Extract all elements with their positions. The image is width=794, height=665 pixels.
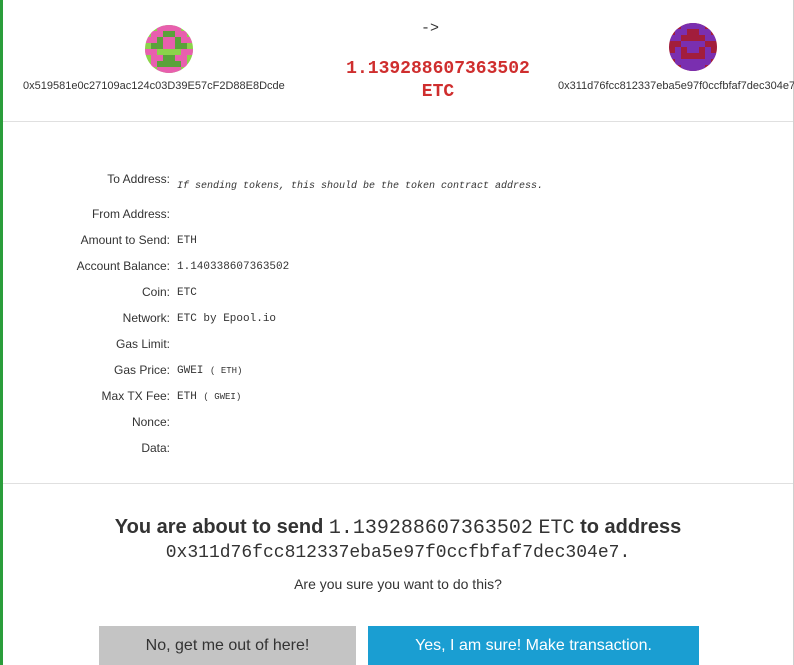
detail-row-gas-limit: Gas Limit: (0, 337, 790, 357)
detail-row-nonce: Nonce: (0, 415, 790, 435)
confirm-currency: ETC (538, 517, 575, 540)
confirm-amount: 1.139288607363502 (328, 517, 533, 540)
confirm-address-line: 0x311d76fcc812337eba5e97f0ccfbfaf7dec304… (3, 543, 793, 563)
max-fee-label: Max TX Fee: (101, 389, 170, 403)
transfer-amount-value: 1.139288607363502 (346, 59, 530, 79)
detail-row-max-fee: Max TX Fee: ETH ( GWEI) (0, 389, 790, 409)
max-fee-sub: ( GWEI) (203, 392, 242, 402)
to-address: 0x311d76fcc812337eba5e97f0ccfbfaf7dec304… (558, 80, 794, 92)
gas-price-label: Gas Price: (113, 363, 170, 377)
gas-price-unit: GWEI (177, 365, 204, 377)
detail-row-amount: Amount to Send: ETH (0, 233, 790, 253)
confirm-question: Are you sure you want to do this? (294, 576, 502, 592)
confirm-suffix: . (619, 543, 631, 563)
coin-label: Coin: (141, 285, 170, 299)
detail-row-gas-price: Gas Price: GWEI ( ETH) (0, 363, 790, 383)
balance-label: Account Balance: (76, 259, 170, 273)
amount-value: ETH (177, 235, 197, 247)
gas-price-sub: ( ETH) (210, 366, 243, 376)
direction-arrow: -> (421, 20, 440, 37)
confirm-prefix: You are about to send (114, 516, 324, 538)
data-label: Data: (141, 441, 170, 455)
confirm-middle: to address (580, 516, 682, 538)
transfer-currency: ETC (421, 82, 455, 102)
detail-row-from-address: From Address: (0, 207, 790, 227)
max-fee-unit: ETH (177, 391, 197, 403)
coin-value: ETC (177, 287, 197, 299)
detail-row-coin: Coin: ETC (0, 285, 790, 305)
balance-value: 1.140338607363502 (177, 261, 290, 273)
detail-row-data: Data: (0, 441, 790, 461)
to-address-label: To Address: (107, 172, 170, 186)
gas-price-value: GWEI ( ETH) (177, 365, 242, 377)
confirm-to-address: 0x311d76fcc812337eba5e97f0ccfbfaf7dec304… (165, 543, 620, 563)
network-label: Network: (122, 311, 170, 325)
transfer-amount: 1.139288607363502 ETC (323, 58, 553, 104)
make-transaction-button[interactable]: Yes, I am sure! Make transaction. (368, 626, 699, 665)
to-address-hint: If sending tokens, this should be the to… (177, 181, 544, 192)
nonce-label: Nonce: (131, 415, 170, 429)
from-identicon-icon (145, 25, 193, 73)
from-address-label: From Address: (91, 207, 170, 221)
gas-limit-label: Gas Limit: (115, 337, 170, 351)
amount-label: Amount to Send: (80, 233, 170, 247)
confirm-message: You are about to send 1.139288607363502 … (3, 516, 793, 540)
detail-row-network: Network: ETC by Epool.io (0, 311, 790, 331)
section-divider (3, 483, 793, 484)
detail-row-balance: Account Balance: 1.140338607363502 (0, 259, 790, 279)
network-value: ETC by Epool.io (177, 313, 277, 325)
to-identicon-icon (669, 23, 717, 71)
transfer-summary: 0x519581e0c27109ac124c03D39E57cF2D88E8Dc… (3, 0, 794, 122)
max-fee-value: ETH ( GWEI) (177, 391, 241, 403)
from-address: 0x519581e0c27109ac124c03D39E57cF2D88E8Dc… (23, 80, 285, 92)
cancel-button[interactable]: No, get me out of here! (99, 626, 356, 665)
